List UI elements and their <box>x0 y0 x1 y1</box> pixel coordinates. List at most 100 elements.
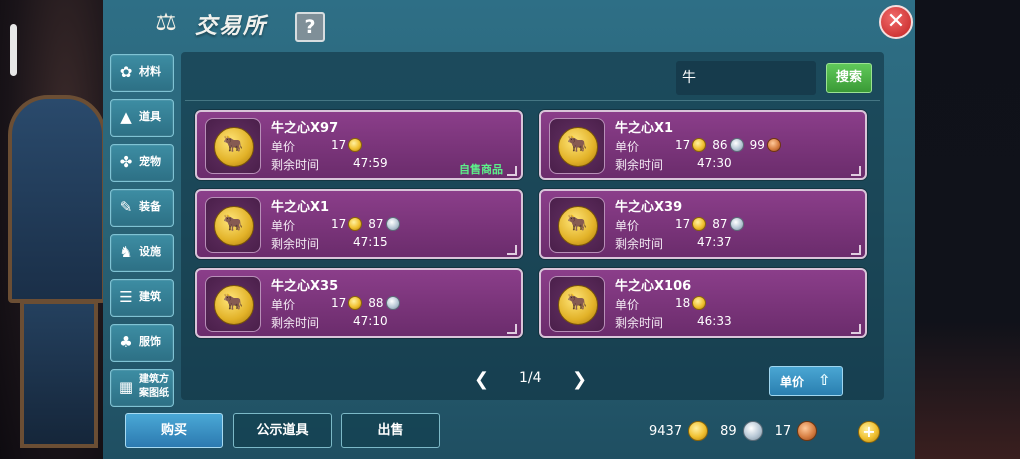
scale-icon: ⚖ <box>155 8 177 36</box>
sort-label: 单价 <box>780 375 805 389</box>
price-label: 单价 <box>271 219 296 233</box>
gold-coin-icon <box>692 138 707 152</box>
copper-amount: 99 <box>749 138 765 152</box>
game-background-right <box>915 0 1020 459</box>
listing-card[interactable]: 🐂 牛之心X97 单价 剩余时间 47:59 17 自售商品 <box>195 110 523 180</box>
gold-amount: 9437 <box>649 423 683 439</box>
gold-amount: 17 <box>331 217 347 231</box>
gold-coin-icon <box>348 217 363 231</box>
background-window <box>20 300 98 448</box>
corner-mark <box>851 166 861 176</box>
page-title: 交易所 <box>195 14 268 39</box>
exchange-dialog: ⚖ 交易所 ? ✕ ✿ 材料 ▲ 道具 ✤ 宠物 ✎ 装备 ♞ 设施 ☰ 建筑 ♣ 服饰 ▦ 建筑方案图纸 牛… <box>103 0 915 459</box>
copper-amount: 17 <box>774 423 792 439</box>
item-name: 牛之心X106 <box>615 279 692 294</box>
price-value: 17 87 <box>675 216 750 232</box>
search-input[interactable]: 牛 <box>676 61 816 95</box>
corner-mark <box>507 324 517 334</box>
silver-amount: 87 <box>368 217 384 231</box>
sell-button[interactable]: 出售 <box>341 413 440 448</box>
price-value: 17 86 99 <box>675 137 787 153</box>
category-tab-7[interactable]: ♣ 服饰 <box>110 324 174 362</box>
time-left-label: 剩余时间 <box>271 237 320 251</box>
side-handle[interactable] <box>10 24 17 76</box>
corner-mark <box>507 166 517 176</box>
price-value: 17 88 <box>331 295 406 311</box>
category-tab-5[interactable]: ♞ 设施 <box>110 234 174 272</box>
listing-card[interactable]: 🐂 牛之心X1 单价 剩余时间 47:15 17 87 <box>195 189 523 259</box>
category-tab-6[interactable]: ☰ 建筑 <box>110 279 174 317</box>
cart-icon: ♞ <box>119 243 133 261</box>
gold-coin-icon <box>692 217 707 231</box>
time-left-label: 剩余时间 <box>615 316 664 330</box>
sword-icon: ✎ <box>119 198 133 216</box>
bull-heart-icon: 🐂 <box>549 276 605 332</box>
close-icon: ✕ <box>886 9 906 34</box>
gold-amount: 18 <box>675 296 691 310</box>
listing-panel: 牛 搜索 🐂 牛之心X97 单价 剩余时间 47:59 17 自售商品 🐂 牛之心X1 单价 剩余时… <box>181 52 884 400</box>
corner-mark <box>507 245 517 255</box>
category-tab-3[interactable]: ✤ 宠物 <box>110 144 174 182</box>
gold-coin-icon <box>688 421 709 441</box>
price-value: 17 87 <box>331 216 406 232</box>
category-label: 宠物 <box>139 155 161 168</box>
item-name: 牛之心X1 <box>271 200 330 215</box>
help-button[interactable]: ? <box>295 12 325 42</box>
add-currency-button[interactable]: + <box>858 421 880 443</box>
shirt-icon: ♣ <box>119 333 133 351</box>
category-tab-1[interactable]: ✿ 材料 <box>110 54 174 92</box>
category-tab-8[interactable]: ▦ 建筑方案图纸 <box>110 369 174 407</box>
category-label: 服饰 <box>139 335 161 348</box>
silver-coin-icon <box>385 217 400 231</box>
time-left-value: 47:30 <box>697 156 732 170</box>
time-left-value: 47:37 <box>697 235 732 249</box>
close-button[interactable]: ✕ <box>879 5 913 39</box>
self-sale-tag: 自售商品 <box>459 163 503 176</box>
sort-up-icon: ⇧ <box>818 371 831 389</box>
listing-card[interactable]: 🐂 牛之心X106 单价 剩余时间 46:33 18 <box>539 268 867 338</box>
silver-amount: 86 <box>712 138 728 152</box>
time-left-label: 剩余时间 <box>615 158 664 172</box>
wallet: 9437 89 17 <box>649 421 829 441</box>
corner-mark <box>851 324 861 334</box>
blueprint-icon: ▦ <box>118 378 134 396</box>
time-left-value: 47:59 <box>353 156 388 170</box>
buy-button[interactable]: 购买 <box>125 413 223 448</box>
item-name: 牛之心X39 <box>615 200 683 215</box>
category-tab-4[interactable]: ✎ 装备 <box>110 189 174 227</box>
paw-icon: ✤ <box>119 153 133 171</box>
gold-coin-icon <box>692 296 707 310</box>
silver-coin-icon <box>729 138 744 152</box>
listing-card[interactable]: 🐂 牛之心X35 单价 剩余时间 47:10 17 88 <box>195 268 523 338</box>
silver-amount: 89 <box>720 423 737 439</box>
bull-heart-icon: 🐂 <box>205 118 261 174</box>
time-left-value: 47:10 <box>353 314 388 328</box>
search-button[interactable]: 搜索 <box>826 63 872 93</box>
silver-amount: 88 <box>368 296 384 310</box>
silver-coin-icon <box>742 421 763 441</box>
category-label: 设施 <box>139 245 161 258</box>
category-label: 建筑方案图纸 <box>139 374 169 399</box>
gold-amount: 17 <box>675 138 691 152</box>
gold-amount: 17 <box>675 217 691 231</box>
prev-page-button[interactable]: ❮ <box>474 370 489 390</box>
gold-coin-icon <box>348 138 363 152</box>
bull-heart-icon: 🐂 <box>205 276 261 332</box>
listing-card[interactable]: 🐂 牛之心X39 单价 剩余时间 47:37 17 87 <box>539 189 867 259</box>
listing-card[interactable]: 🐂 牛之心X1 单价 剩余时间 47:30 17 86 99 <box>539 110 867 180</box>
next-page-button[interactable]: ❯ <box>572 370 587 390</box>
category-label: 材料 <box>139 65 161 78</box>
sort-by-price-button[interactable]: 单价 ⇧ <box>769 366 843 396</box>
time-left-label: 剩余时间 <box>271 316 320 330</box>
price-label: 单价 <box>271 298 296 312</box>
price-label: 单价 <box>615 298 640 312</box>
silver-coin-icon <box>729 217 744 231</box>
category-tab-2[interactable]: ▲ 道具 <box>110 99 174 137</box>
price-value: 17 <box>331 137 368 153</box>
time-left-value: 47:15 <box>353 235 388 249</box>
copper-coin-icon <box>797 421 818 441</box>
gold-amount: 17 <box>331 138 347 152</box>
flask-icon: ▲ <box>120 108 132 126</box>
page-indicator: 1/4 <box>519 370 542 386</box>
show-items-button[interactable]: 公示道具 <box>233 413 332 448</box>
